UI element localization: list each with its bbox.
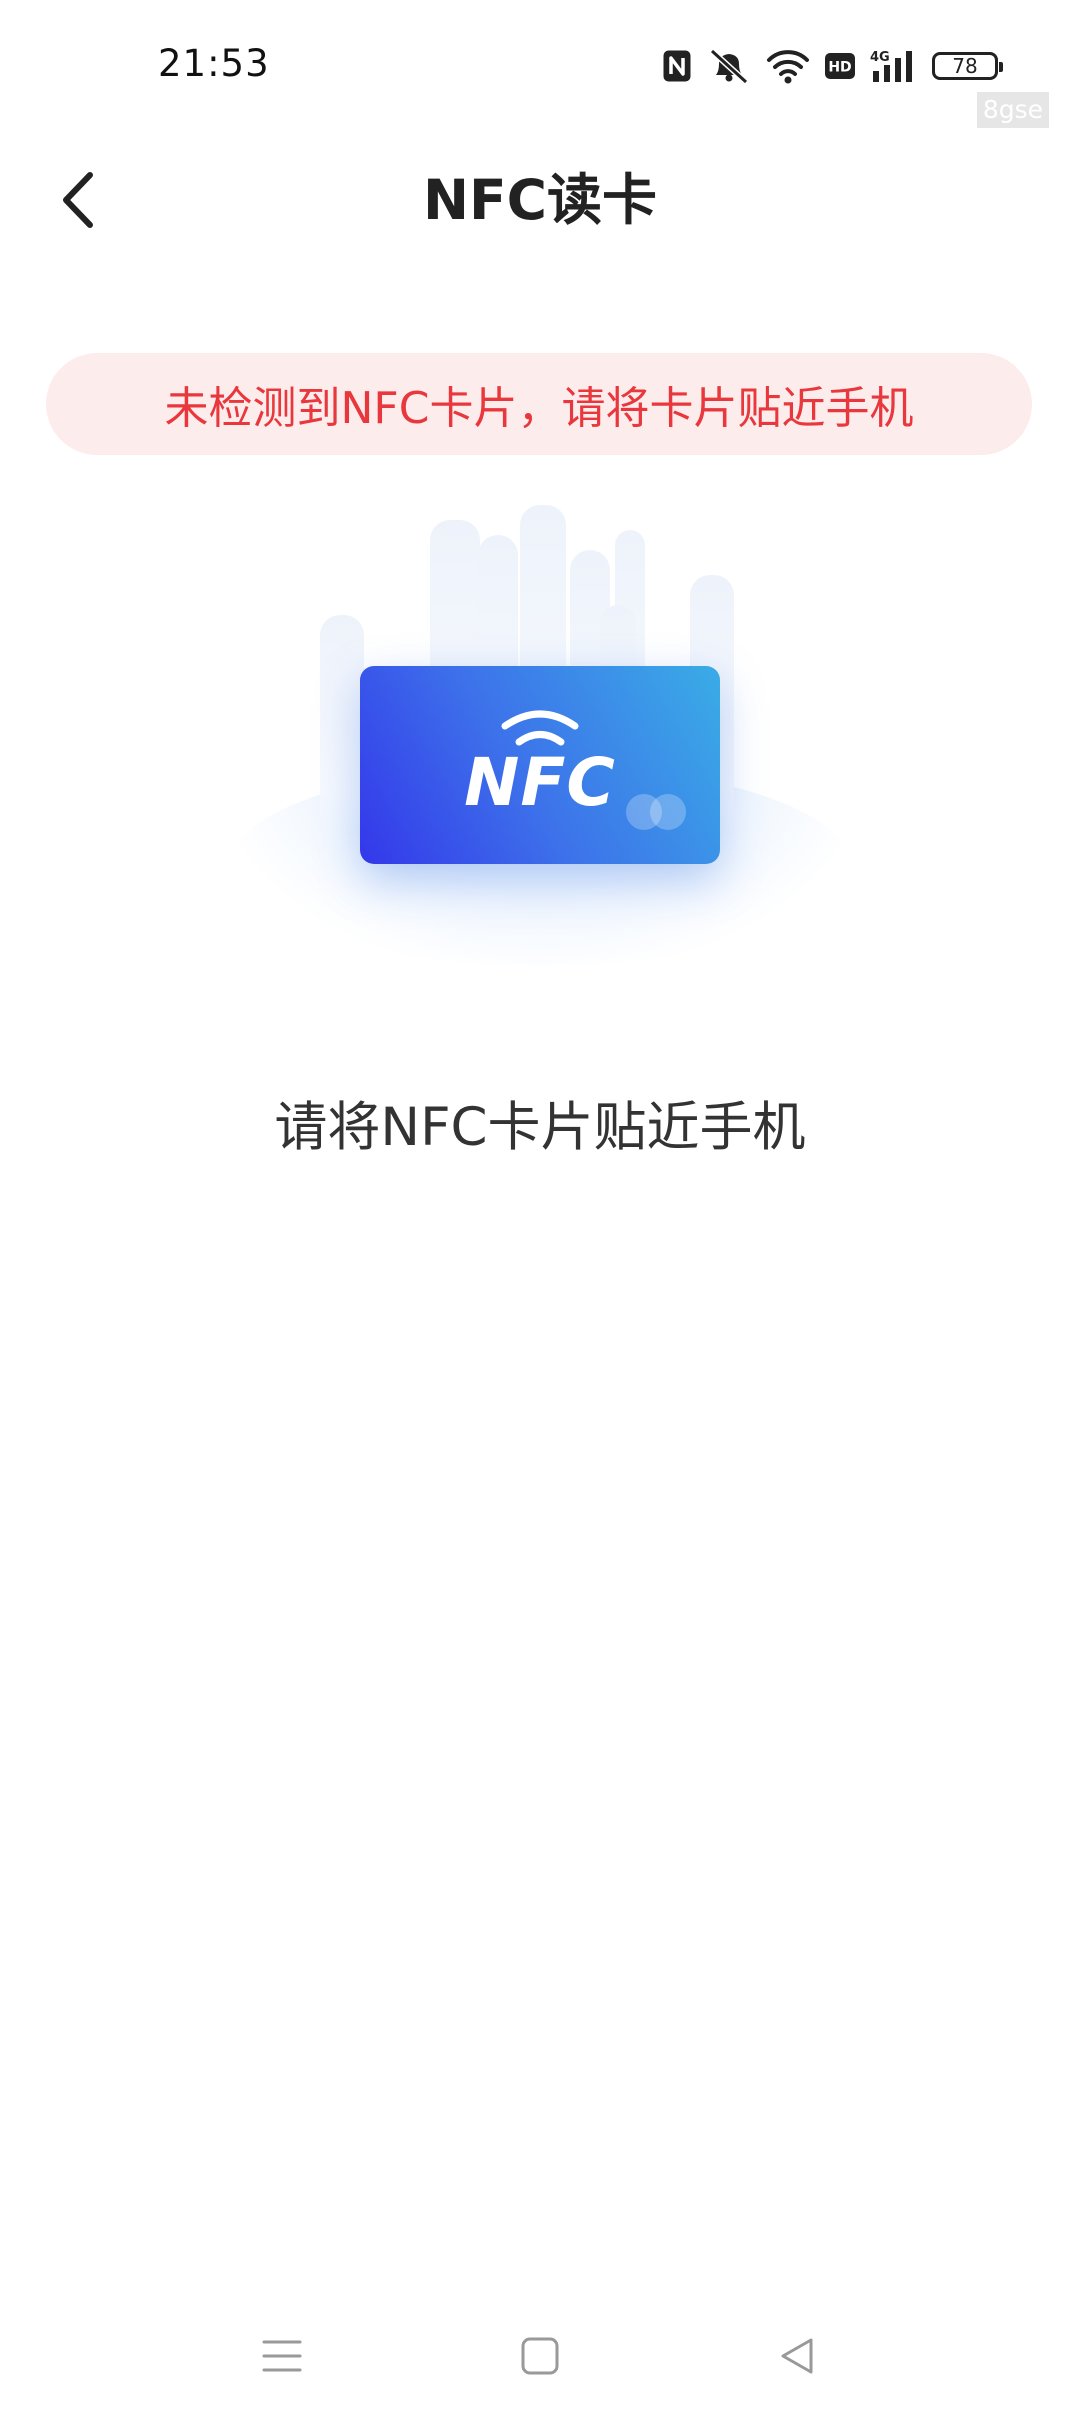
battery-icon: 78: [932, 52, 1003, 80]
card-chip-circle: [650, 794, 686, 830]
nfc-not-detected-alert: 未检测到NFC卡片，请将卡片贴近手机: [46, 353, 1032, 455]
instruction-text: 请将NFC卡片贴近手机: [274, 1097, 806, 1158]
status-time: 21:53: [158, 42, 270, 85]
home-button[interactable]: [510, 2326, 570, 2386]
back-triangle-icon: [781, 2338, 813, 2374]
wifi-icon: [767, 50, 809, 84]
status-icons: HD 4G 78: [662, 44, 1003, 88]
mute-icon: [709, 48, 749, 85]
menu-icon: [262, 2340, 302, 2372]
navigation-bar: [0, 2300, 1080, 2412]
svg-text:4G: 4G: [870, 50, 890, 65]
status-bar: 21:53 HD 4G 78: [0, 0, 1080, 135]
svg-text:HD: HD: [828, 60, 851, 76]
page-title: NFC读卡: [423, 168, 657, 232]
back-nav-button[interactable]: [767, 2326, 827, 2386]
nfc-card: NFC: [360, 666, 720, 864]
nfc-illustration: NFC: [220, 495, 860, 975]
building-shape: [320, 615, 364, 835]
watermark: 8gse: [976, 92, 1049, 128]
header: NFC读卡: [0, 140, 1080, 260]
nfc-icon: [663, 50, 691, 82]
signal-4g-icon: 4G: [870, 50, 912, 82]
hd-icon: HD: [825, 53, 855, 79]
battery-level: 78: [952, 54, 978, 78]
home-icon: [521, 2337, 559, 2375]
menu-button[interactable]: [252, 2326, 312, 2386]
alert-text: 未检测到NFC卡片，请将卡片贴近手机: [164, 383, 914, 434]
